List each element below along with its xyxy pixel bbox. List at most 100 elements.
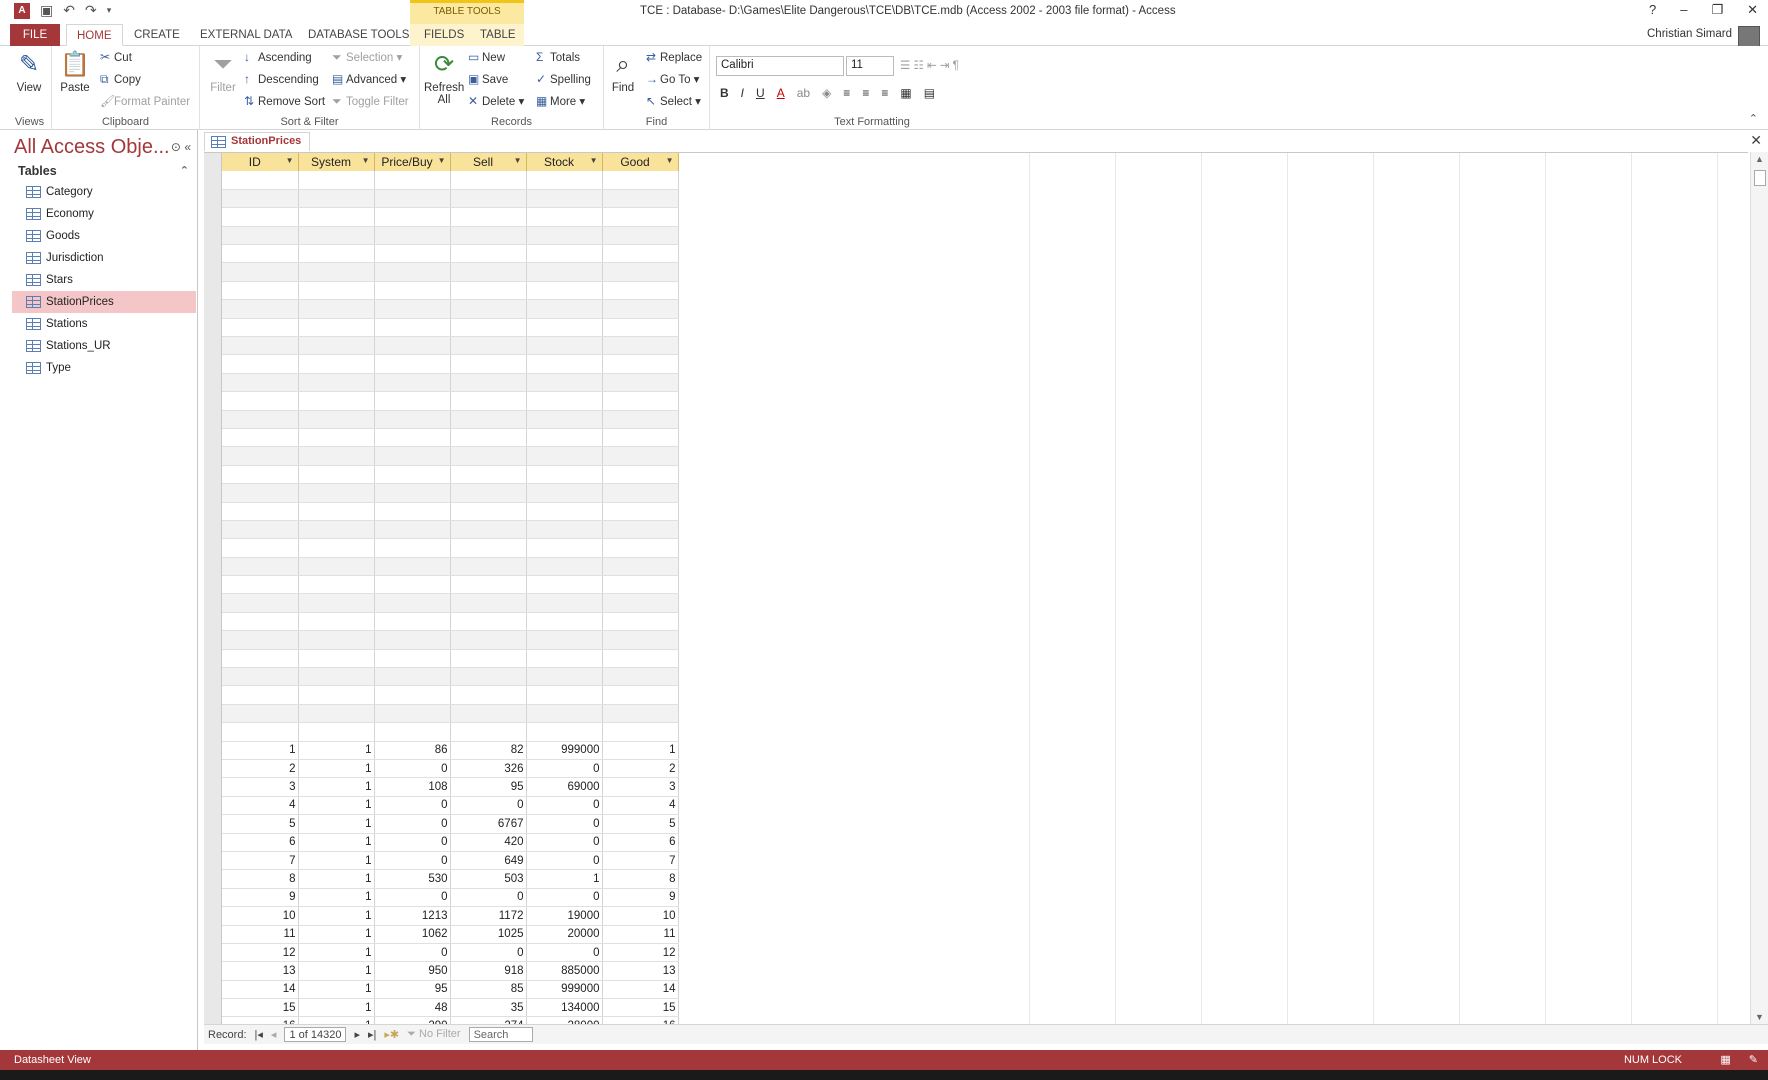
cell[interactable] xyxy=(602,593,679,613)
cell[interactable] xyxy=(450,575,527,595)
remove-sort-button[interactable]: ⇅ Remove Sort xyxy=(244,94,325,108)
cell[interactable] xyxy=(374,649,451,669)
font-size-select[interactable]: 11 xyxy=(846,56,894,76)
cell[interactable] xyxy=(222,373,299,393)
save-record-button[interactable]: ▣ Save xyxy=(468,72,508,86)
cell[interactable]: 48 xyxy=(374,998,451,1018)
cell[interactable]: 0 xyxy=(526,833,603,852)
cell[interactable]: 0 xyxy=(374,833,451,852)
cell[interactable]: 8 xyxy=(602,869,679,889)
minimize-icon[interactable]: – xyxy=(1680,2,1687,18)
cell[interactable] xyxy=(602,226,679,246)
shutter-bar-icon[interactable]: « xyxy=(184,140,191,154)
column-dropdown-icon[interactable]: ▼ xyxy=(362,156,370,165)
cell[interactable] xyxy=(602,520,679,540)
cell[interactable] xyxy=(602,685,679,705)
table-row[interactable]: 3 1 108 95 69000 3 xyxy=(222,777,679,797)
cell[interactable] xyxy=(298,410,375,429)
cell[interactable] xyxy=(450,704,527,724)
cell[interactable]: 999000 xyxy=(526,741,603,761)
cell[interactable] xyxy=(602,538,679,558)
cell[interactable]: 14 xyxy=(602,980,679,1000)
cell[interactable]: 1 xyxy=(602,741,679,761)
select-button[interactable]: ↖ Select ▾ xyxy=(646,94,701,108)
cell[interactable] xyxy=(526,299,603,319)
cell[interactable]: 999000 xyxy=(526,980,603,1000)
goto-button[interactable]: → Go To ▾ xyxy=(646,72,699,86)
cell[interactable] xyxy=(298,483,375,503)
cell[interactable] xyxy=(602,299,679,319)
column-header[interactable]: Good ▼ xyxy=(602,153,679,171)
cell[interactable] xyxy=(526,226,603,246)
cell[interactable] xyxy=(450,649,527,669)
cell[interactable]: 6 xyxy=(602,833,679,852)
cell[interactable] xyxy=(602,446,679,466)
column-dropdown-icon[interactable]: ▼ xyxy=(666,156,674,165)
cell[interactable]: 0 xyxy=(374,851,451,871)
fill-color-icon[interactable]: ◈ xyxy=(822,86,831,100)
cell[interactable]: 4 xyxy=(222,796,299,816)
cell[interactable] xyxy=(298,667,375,687)
column-dropdown-icon[interactable]: ▼ xyxy=(590,156,598,165)
cell[interactable] xyxy=(298,722,375,742)
table-row[interactable] xyxy=(222,171,679,190)
cell[interactable] xyxy=(526,593,603,613)
cell[interactable]: 3 xyxy=(602,777,679,797)
cell[interactable]: 14 xyxy=(222,980,299,1000)
scrollbar-thumb[interactable] xyxy=(1754,170,1766,186)
nav-item-stars[interactable]: Stars xyxy=(12,269,196,291)
table-row[interactable]: 11 1 1062 1025 20000 11 xyxy=(222,925,679,944)
new-record-icon[interactable]: ▸✱ xyxy=(384,1028,399,1041)
cell[interactable]: 20000 xyxy=(526,925,603,944)
cell[interactable]: 0 xyxy=(526,851,603,871)
cell[interactable] xyxy=(602,207,679,227)
cell[interactable] xyxy=(374,354,451,374)
cell[interactable] xyxy=(602,262,679,282)
cell[interactable] xyxy=(222,428,299,448)
cell[interactable] xyxy=(222,262,299,282)
cell[interactable]: 95 xyxy=(450,777,527,797)
empty-columns-area[interactable] xyxy=(944,153,1748,1024)
cell[interactable]: 1 xyxy=(526,869,603,889)
cell[interactable]: 1 xyxy=(298,961,375,981)
user-name[interactable]: Christian Simard xyxy=(1647,28,1732,40)
table-row[interactable]: 410004 xyxy=(222,796,679,816)
table-row[interactable]: 12 1 0 0 0 12 xyxy=(222,943,679,963)
cell[interactable]: 95 xyxy=(374,980,451,1000)
cell[interactable] xyxy=(222,667,299,687)
cell[interactable] xyxy=(222,244,299,264)
cut-button[interactable]: ✂ Cut xyxy=(100,50,132,64)
cell[interactable]: 918 xyxy=(450,961,527,981)
cell[interactable]: 885000 xyxy=(526,961,603,981)
cell[interactable]: 1 xyxy=(298,869,375,889)
table-row[interactable] xyxy=(222,483,679,503)
cell[interactable]: 16 xyxy=(602,1016,679,1024)
cell[interactable] xyxy=(526,373,603,393)
cell[interactable] xyxy=(602,354,679,374)
cell[interactable] xyxy=(602,502,679,521)
cell[interactable] xyxy=(526,502,603,521)
cell[interactable] xyxy=(222,207,299,227)
table-row[interactable] xyxy=(222,446,679,466)
table-row[interactable]: 13 1 950 918 885000 13 xyxy=(222,961,679,981)
cell[interactable] xyxy=(298,520,375,540)
table-row[interactable] xyxy=(222,336,679,356)
cell[interactable]: 85 xyxy=(450,980,527,1000)
cell[interactable] xyxy=(602,189,679,209)
cell[interactable] xyxy=(450,520,527,540)
cell[interactable] xyxy=(526,336,603,356)
first-record-icon[interactable]: |◂ xyxy=(255,1028,263,1041)
cell[interactable] xyxy=(602,649,679,669)
font-name-select[interactable]: Calibri xyxy=(716,56,844,76)
cell[interactable] xyxy=(374,704,451,724)
table-row[interactable] xyxy=(222,630,679,650)
cell[interactable]: 1062 xyxy=(374,925,451,944)
cell[interactable]: 420 xyxy=(450,833,527,852)
cell[interactable] xyxy=(298,704,375,724)
collapse-ribbon-icon[interactable]: ⌃ xyxy=(1749,112,1758,125)
cell[interactable]: 86 xyxy=(374,741,451,761)
cell[interactable] xyxy=(298,612,375,632)
table-row[interactable] xyxy=(222,667,679,687)
cell[interactable] xyxy=(374,207,451,227)
table-row[interactable] xyxy=(222,593,679,613)
